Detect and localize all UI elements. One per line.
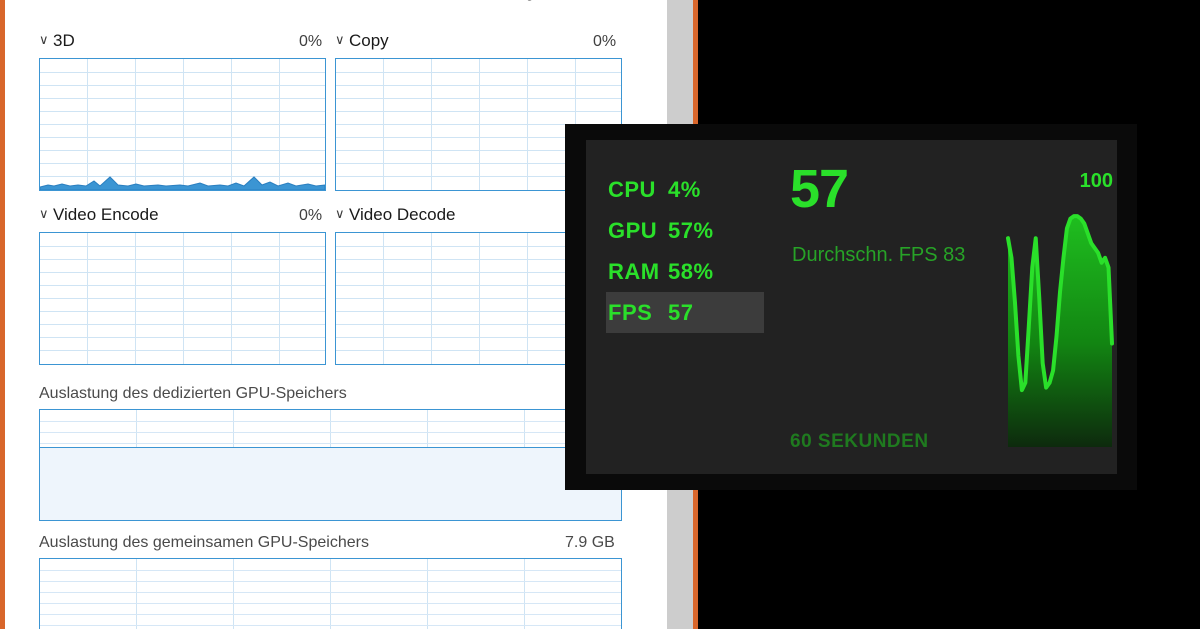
label-dedicated-gpu-memory: Auslastung des dedizierten GPU-Speichers (39, 385, 347, 402)
chevron-down-icon[interactable]: ∨ (39, 206, 53, 222)
section-header-3d[interactable]: ∨ 3D (39, 31, 75, 55)
graph-3d (39, 58, 326, 191)
fps-average-label: Durchschn. FPS 83 (792, 244, 966, 266)
stat-row-ram[interactable]: RAM 58% (606, 251, 766, 292)
chevron-down-icon[interactable]: ∨ (39, 32, 53, 48)
stat-value-ram: 58% (668, 258, 714, 284)
graph-video-encode (39, 232, 326, 365)
chevron-down-icon[interactable]: ∨ (335, 32, 349, 48)
section-percent-3d: 0% (299, 33, 323, 50)
section-label-video-decode: Video Decode (349, 205, 456, 224)
section-label-video-encode: Video Encode (53, 205, 159, 224)
stat-row-fps[interactable]: FPS 57 (606, 292, 764, 333)
stat-label-gpu: GPU (608, 217, 658, 243)
stat-row-cpu[interactable]: CPU 4% (606, 169, 766, 210)
section-percent-copy: 0% (593, 33, 617, 50)
section-header-copy[interactable]: ∨ Copy (335, 31, 389, 55)
stat-label-ram: RAM (608, 258, 660, 284)
game-bar-performance-overlay[interactable]: CPU 4% GPU 57% RAM 58% FPS 57 57 Durchsc… (566, 125, 1136, 489)
label-shared-gpu-memory: Auslastung des gemeinsamen GPU-Speichers (39, 534, 369, 551)
fps-current-value: 57 (790, 159, 849, 219)
gpu-device-name: NVIDIA Quadro P600 (451, 0, 632, 3)
section-label-copy: Copy (349, 31, 389, 50)
graph-dedicated-gpu-memory (39, 409, 622, 521)
section-header-video-encode[interactable]: ∨ Video Encode (39, 205, 159, 229)
section-percent-video-encode: 0% (299, 207, 323, 224)
stat-label-fps: FPS (608, 299, 653, 325)
chevron-down-icon[interactable]: ∨ (335, 206, 349, 222)
chart-axis-max-label: 100 (1079, 170, 1113, 192)
gpu-header: GPU 0 NVIDIA Quadro P600 (5, 0, 667, 8)
stat-list: CPU 4% GPU 57% RAM 58% FPS 57 (606, 169, 766, 333)
section-label-3d: 3D (53, 31, 75, 50)
fps-chart: 100 0 (985, 170, 1117, 447)
stat-value-gpu: 57% (668, 217, 714, 243)
time-range-label: 60 SEKUNDEN (790, 431, 929, 452)
graph-3d-plot (40, 176, 325, 190)
stat-value-cpu: 4% (668, 176, 701, 202)
section-header-video-decode[interactable]: ∨ Video Decode (335, 205, 456, 229)
overlay-inner-panel: CPU 4% GPU 57% RAM 58% FPS 57 57 Durchsc… (586, 140, 1117, 474)
value-shared-gpu-memory: 7.9 GB (565, 534, 615, 551)
fps-chart-plot (1006, 214, 1114, 447)
stat-row-gpu[interactable]: GPU 57% (606, 210, 766, 251)
stat-label-cpu: CPU (608, 176, 656, 202)
stat-value-fps: 57 (668, 299, 694, 325)
page-title: GPU 0 (39, 0, 117, 7)
graph-shared-gpu-memory (39, 558, 622, 629)
dedicated-memory-fill (40, 447, 621, 520)
graph-grid (40, 233, 325, 364)
